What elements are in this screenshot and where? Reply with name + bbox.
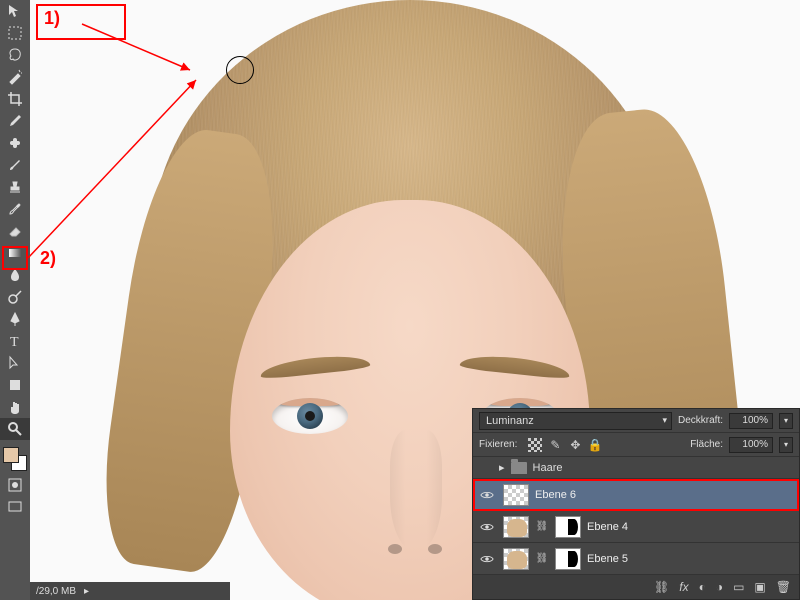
- new-group-icon[interactable]: ▭: [733, 580, 744, 594]
- path-select-tool[interactable]: [0, 352, 30, 374]
- fill-label: Fläche:: [690, 439, 723, 450]
- visibility-toggle[interactable]: [477, 490, 497, 500]
- layer-name[interactable]: Ebene 6: [535, 489, 795, 501]
- zoom-tool[interactable]: [0, 418, 30, 440]
- visibility-toggle[interactable]: [477, 522, 497, 532]
- annotation-box-2: [2, 246, 28, 270]
- hand-tool[interactable]: [0, 396, 30, 418]
- group-collapse-icon[interactable]: ▸: [499, 461, 505, 474]
- crop-tool[interactable]: [0, 88, 30, 110]
- layer-mask-icon[interactable]: ◐: [699, 580, 706, 594]
- blend-mode-dropdown[interactable]: Luminanz: [479, 412, 672, 430]
- layer-name[interactable]: Ebene 4: [587, 521, 795, 533]
- foreground-color-swatch[interactable]: [3, 447, 19, 463]
- heal-tool[interactable]: [0, 132, 30, 154]
- pen-tool[interactable]: [0, 308, 30, 330]
- mask-link-icon[interactable]: ⛓: [535, 553, 549, 564]
- color-swatches[interactable]: [0, 444, 30, 474]
- type-tool[interactable]: T: [0, 330, 30, 352]
- layer-mask-thumbnail[interactable]: [555, 548, 581, 570]
- layer-thumbnail[interactable]: [503, 548, 529, 570]
- tools-toolbar: T: [0, 0, 30, 600]
- layer-mask-thumbnail[interactable]: [555, 516, 581, 538]
- layer-row[interactable]: ⛓ Ebene 4: [473, 511, 799, 543]
- layers-panel: Luminanz Deckkraft: 100% ▾ Fixieren: ✎ ✥…: [472, 408, 800, 600]
- svg-text:T: T: [10, 335, 19, 349]
- eyedropper-tool[interactable]: [0, 110, 30, 132]
- lock-pixels-icon[interactable]: ✎: [547, 437, 563, 453]
- lock-label: Fixieren:: [479, 439, 517, 450]
- layer-row[interactable]: Ebene 6: [473, 479, 799, 511]
- adjustment-layer-icon[interactable]: ◑: [716, 580, 723, 594]
- status-bar: /29,0 MB ▸: [30, 582, 230, 600]
- lock-position-icon[interactable]: ✥: [567, 437, 583, 453]
- shape-tool[interactable]: [0, 374, 30, 396]
- mask-link-icon[interactable]: ⛓: [535, 521, 549, 532]
- link-layers-icon[interactable]: ⛓: [654, 580, 669, 594]
- opacity-label: Deckkraft:: [678, 415, 723, 426]
- layer-thumbnail[interactable]: [503, 484, 529, 506]
- fill-dropdown-icon[interactable]: ▾: [779, 437, 793, 453]
- annotation-label-1: 1): [44, 8, 60, 29]
- layer-thumbnail[interactable]: [503, 516, 529, 538]
- status-dropdown-icon[interactable]: ▸: [84, 586, 89, 597]
- quick-mask-toggle[interactable]: [0, 474, 30, 496]
- layer-row[interactable]: ⛓ Ebene 5: [473, 543, 799, 575]
- eraser-tool[interactable]: [0, 220, 30, 242]
- stamp-tool[interactable]: [0, 176, 30, 198]
- layer-effects-icon[interactable]: fx: [679, 580, 688, 594]
- layers-panel-footer: ⛓ fx ◐ ◑ ▭ ▣ 🗑: [473, 575, 799, 599]
- annotation-label-2: 2): [40, 248, 56, 269]
- lock-all-icon[interactable]: 🔒: [587, 437, 603, 453]
- opacity-value-input[interactable]: 100%: [729, 413, 773, 429]
- new-layer-icon[interactable]: ▣: [754, 580, 765, 594]
- history-brush-tool[interactable]: [0, 198, 30, 220]
- dodge-tool[interactable]: [0, 286, 30, 308]
- layer-name[interactable]: Ebene 5: [587, 553, 795, 565]
- fill-value-input[interactable]: 100%: [729, 437, 773, 453]
- marquee-tool[interactable]: [0, 22, 30, 44]
- brush-cursor-icon: [226, 56, 254, 84]
- file-size-status: /29,0 MB: [36, 586, 76, 597]
- wand-tool[interactable]: [0, 66, 30, 88]
- lock-transparency-icon[interactable]: [527, 437, 543, 453]
- brush-tool[interactable]: [0, 154, 30, 176]
- layer-group-row[interactable]: ▸ Haare: [473, 457, 799, 479]
- move-tool[interactable]: [0, 0, 30, 22]
- lasso-tool[interactable]: [0, 44, 30, 66]
- screen-mode-toggle[interactable]: [0, 496, 30, 518]
- group-name: Haare: [533, 462, 563, 474]
- folder-icon: [511, 462, 527, 474]
- delete-layer-icon[interactable]: 🗑: [776, 580, 791, 594]
- opacity-dropdown-icon[interactable]: ▾: [779, 413, 793, 429]
- visibility-toggle[interactable]: [477, 554, 497, 564]
